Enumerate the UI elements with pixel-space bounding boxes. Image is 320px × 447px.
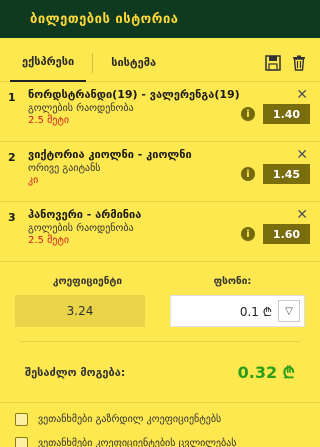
bet-item: 3 ჰანოვერი - არმინია გოლების რაოდენობა 2…	[0, 202, 320, 262]
tab-express[interactable]: ექსპრესი	[10, 44, 87, 82]
checkbox[interactable]	[15, 436, 28, 447]
possible-win-label: შესაძლო მოგება:	[25, 365, 126, 379]
bet-odds: 1.40	[263, 104, 310, 124]
coefficient-label: კოეფიციენტი	[52, 276, 123, 287]
bet-match-title: ვიქტორია კიოლნი - კიოლნი	[28, 148, 192, 161]
bet-number: 2	[8, 151, 16, 164]
bet-match-title: ჰანოვერი - არმინია	[28, 208, 142, 221]
coefficient-column: კოეფიციენტი 3.24	[15, 276, 160, 327]
bet-match-title: ნორდსტრანდი(19) - ვალერენგა(19)	[28, 88, 240, 101]
info-icon[interactable]: i	[241, 227, 255, 241]
close-icon[interactable]: ✕	[296, 147, 308, 163]
page-title-text: ბილეთების ისტორია	[30, 11, 179, 27]
bet-item: 2 ვიქტორია კიოლნი - კიოლნი ორივე გაიტანს…	[0, 142, 320, 202]
trash-icon[interactable]	[290, 54, 308, 72]
possible-win-row: შესაძლო მოგება: 0.32 ₾	[0, 342, 320, 402]
options-list: ვეთანხმები გაზრდილ კოეფიციენტებს ვეთანხმ…	[0, 403, 320, 447]
accept-higher-odds-option[interactable]: ვეთანხმები გაზრდილ კოეფიციენტებს	[0, 407, 320, 431]
tab-system[interactable]: სისტემა	[99, 44, 168, 82]
chevron-down-icon[interactable]: ▽	[278, 300, 300, 322]
stake-input[interactable]: 0.1 ₾ ▽	[170, 295, 305, 327]
totals-section: კოეფიციენტი 3.24 ფსონი: 0.1 ₾ ▽	[0, 276, 320, 327]
page-title: ბილეთების ისტორია	[0, 0, 320, 38]
close-icon[interactable]: ✕	[296, 207, 308, 223]
bet-item: 1 ნორდსტრანდი(19) - ვალერენგა(19) გოლები…	[0, 82, 320, 142]
coefficient-value: 3.24	[15, 295, 145, 327]
tab-bar: ექსპრესი სისტემა	[0, 44, 320, 82]
stake-label: ფსონი:	[213, 276, 252, 287]
close-icon[interactable]: ✕	[296, 87, 308, 103]
bet-list: 1 ნორდსტრანდი(19) - ვალერენგა(19) გოლები…	[0, 82, 320, 262]
accept-odds-change-option[interactable]: ვეთანხმები კოეფიციენტების ცვლილებას	[0, 431, 320, 447]
stake-column: ფსონი: 0.1 ₾ ▽	[160, 276, 305, 327]
bet-number: 3	[8, 211, 16, 224]
option-label: ვეთანხმები კოეფიციენტების ცვლილებას	[38, 437, 237, 447]
bet-odds: 1.45	[263, 164, 310, 184]
checkbox[interactable]	[15, 412, 28, 426]
save-icon[interactable]	[264, 54, 282, 72]
bet-odds: 1.60	[263, 224, 310, 244]
option-label: ვეთანხმები გაზრდილ კოეფიციენტებს	[38, 413, 222, 425]
info-icon[interactable]: i	[241, 107, 255, 121]
stake-value: 0.1 ₾	[239, 304, 272, 319]
possible-win-value: 0.32 ₾	[237, 363, 295, 382]
info-icon[interactable]: i	[241, 167, 255, 181]
tab-divider	[92, 52, 94, 73]
bet-number: 1	[8, 91, 16, 104]
